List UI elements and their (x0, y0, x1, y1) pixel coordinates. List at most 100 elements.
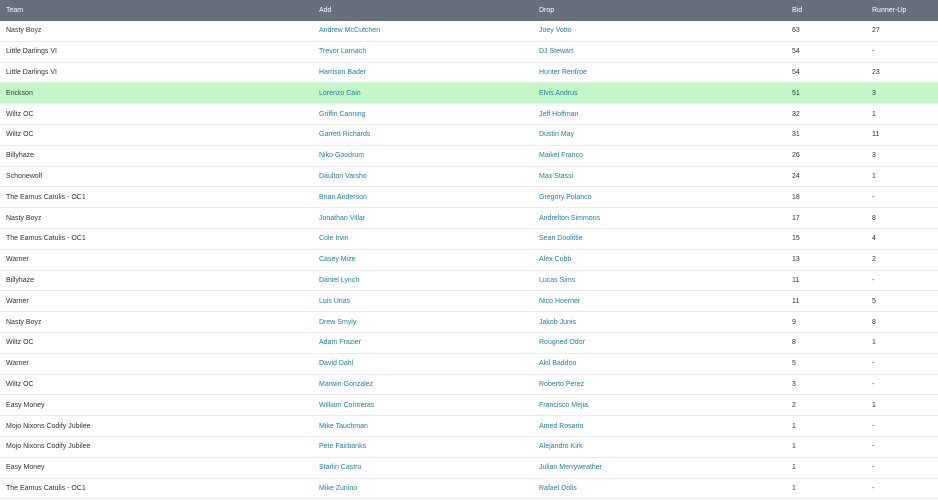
bid-cell: 11 (792, 297, 800, 305)
drop-player-link[interactable]: Alex Cobb (539, 256, 571, 263)
add-player-link[interactable]: Drew Smyly (319, 319, 356, 326)
add-player-link[interactable]: Harrison Bader (319, 69, 366, 76)
add-player-link[interactable]: Casey Mize (319, 256, 356, 263)
team-cell: Schonewolf (6, 172, 43, 180)
add-player-link[interactable]: Mike Tauchman (319, 423, 368, 430)
runner_up-column-cell: 1 (866, 103, 938, 125)
drop-player-link[interactable]: Akil Baddoo (539, 360, 576, 367)
table-header: Team Add Drop Bid Runner-Up (0, 0, 938, 21)
drop-player-link[interactable]: Elvis Andrus (539, 90, 578, 97)
team-column-cell: Wiltz OC (0, 124, 313, 146)
add-column-cell: Daniel Lynch (313, 270, 533, 292)
column-header-drop[interactable]: Drop (533, 0, 786, 21)
drop-player-link[interactable]: Roberto Perez (539, 381, 584, 388)
add-column-cell: Casey Mize (313, 249, 533, 271)
add-player-link[interactable]: Luis Urias (319, 298, 350, 305)
add-player-link[interactable]: Pete Fairbanks (319, 443, 366, 450)
add-column-cell: William Contreras (313, 394, 533, 417)
add-player-link[interactable]: Adam Frazier (319, 339, 361, 346)
drop-player-link[interactable]: Joey Votto (539, 27, 572, 34)
bid-cell: 3 (792, 380, 796, 388)
team-cell: Warner (6, 297, 29, 305)
drop-player-link[interactable]: DJ Stewart (539, 48, 573, 55)
drop-player-link[interactable]: Dustin May (539, 131, 574, 138)
runner-up-cell: 5 (872, 297, 876, 305)
drop-player-link[interactable]: Jakob Junis (539, 319, 576, 326)
team-column-cell: The Eamus Catulis - OC1 (0, 228, 313, 250)
drop-player-link[interactable]: Gregory Polanco (539, 194, 592, 201)
add-player-link[interactable]: Jonathan Villar (319, 215, 365, 222)
bid-cell: 9 (792, 318, 796, 326)
drop-player-link[interactable]: Jeff Hoffman (539, 111, 578, 118)
add-player-link[interactable]: Garrett Richards (319, 131, 370, 138)
column-header-runner-up[interactable]: Runner-Up (866, 0, 938, 21)
drop-player-link[interactable]: Julian Merryweather (539, 464, 602, 471)
table-row: Nasty Boyz Jonathan Villar Andrelton Simmo… (0, 207, 938, 229)
column-header-team[interactable]: Team (0, 0, 313, 21)
add-player-link[interactable]: William Contreras (319, 402, 374, 409)
drop-column-cell: Amed Rosario (533, 415, 786, 437)
bid-column-cell: 24 (786, 166, 866, 188)
team-column-cell: Mojo Nixons Codify Jubilee (0, 436, 313, 458)
runner-up-cell: 3 (872, 152, 876, 160)
team-column-cell: Nasty Boyz (0, 311, 313, 333)
runner_up-column-cell: - (866, 478, 938, 500)
drop-column-cell: Nico Hoerner (533, 290, 786, 313)
drop-player-link[interactable]: Francisco Mejia (539, 402, 588, 409)
add-player-link[interactable]: Cole Irvin (319, 235, 349, 242)
drop-player-link[interactable]: Rougned Odor (539, 339, 585, 346)
drop-player-link[interactable]: Hunter Renfroe (539, 69, 587, 76)
bid-cell: 32 (792, 110, 800, 118)
table-row: Easy Money Starlin Castro Julian Merryweat… (0, 457, 938, 479)
bid-column-cell: 3 (786, 374, 866, 396)
runner_up-column-cell: 4 (866, 228, 938, 250)
runner-up-cell: - (872, 464, 875, 472)
add-column-cell: Jonathan Villar (313, 207, 533, 229)
add-player-link[interactable]: Trevor Larnach (319, 48, 366, 55)
add-player-link[interactable]: Brian Anderson (319, 194, 367, 201)
drop-player-link[interactable]: Max Stassi (539, 173, 573, 180)
table-row: Schonewolf Daulton Varsho Max Stassi 24 1 (0, 166, 938, 188)
bid-cell: 24 (792, 172, 800, 180)
column-header-add[interactable]: Add (313, 0, 533, 21)
bid-column-cell: 54 (786, 62, 866, 84)
add-player-link[interactable]: Griffin Canning (319, 111, 366, 118)
runner-up-cell: 3 (872, 89, 876, 97)
runner-up-cell: - (872, 48, 875, 56)
add-player-link[interactable]: Daulton Varsho (319, 173, 367, 180)
table-row: Easy Money William Contreras Francisco Mej… (0, 394, 938, 417)
drop-column-cell: Dustin May (533, 124, 786, 146)
add-player-link[interactable]: Andrew McCutchen (319, 27, 380, 34)
drop-column-cell: Lucas Sims (533, 270, 786, 292)
drop-column-cell: Elvis Andrus (533, 82, 786, 105)
drop-column-cell: Gregory Polanco (533, 186, 786, 209)
drop-player-link[interactable]: Amed Rosario (539, 423, 583, 430)
drop-column-cell: Julian Merryweather (533, 457, 786, 479)
drop-player-link[interactable]: Alejandro Kirk (539, 443, 583, 450)
add-column-cell: Andrew McCutchen (313, 21, 533, 42)
bid-column-cell: 63 (786, 21, 866, 42)
runner_up-column-cell: - (866, 186, 938, 209)
add-column-cell: Luis Urias (313, 290, 533, 313)
column-header-bid[interactable]: Bid (786, 0, 866, 21)
add-player-link[interactable]: Niko Goodrum (319, 152, 364, 159)
drop-player-link[interactable]: Nico Hoerner (539, 298, 580, 305)
add-column-cell: Garrett Richards (313, 124, 533, 146)
table-row: Nasty Boyz Andrew McCutchen Joey Votto 63 27 (0, 21, 938, 42)
drop-player-link[interactable]: Maikel Franco (539, 152, 583, 159)
drop-column-cell: Rafael Dolis (533, 478, 786, 500)
drop-player-link[interactable]: Rafael Dolis (539, 485, 577, 492)
drop-player-link[interactable]: Sean Doolittle (539, 235, 583, 242)
runner_up-column-cell: 1 (866, 394, 938, 417)
add-player-link[interactable]: Daniel Lynch (319, 277, 359, 284)
add-player-link[interactable]: Marwin Gonzalez (319, 381, 373, 388)
add-player-link[interactable]: David Dahl (319, 360, 353, 367)
add-player-link[interactable]: Lorenzo Cain (319, 90, 361, 97)
drop-player-link[interactable]: Lucas Sims (539, 277, 575, 284)
team-cell: Nasty Boyz (6, 27, 42, 35)
drop-player-link[interactable]: Andrelton Simmons (539, 215, 600, 222)
drop-column-cell: Sean Doolittle (533, 228, 786, 250)
add-player-link[interactable]: Starlin Castro (319, 464, 361, 471)
add-player-link[interactable]: Mike Zunino (319, 485, 357, 492)
team-cell: Erickson (6, 89, 33, 97)
